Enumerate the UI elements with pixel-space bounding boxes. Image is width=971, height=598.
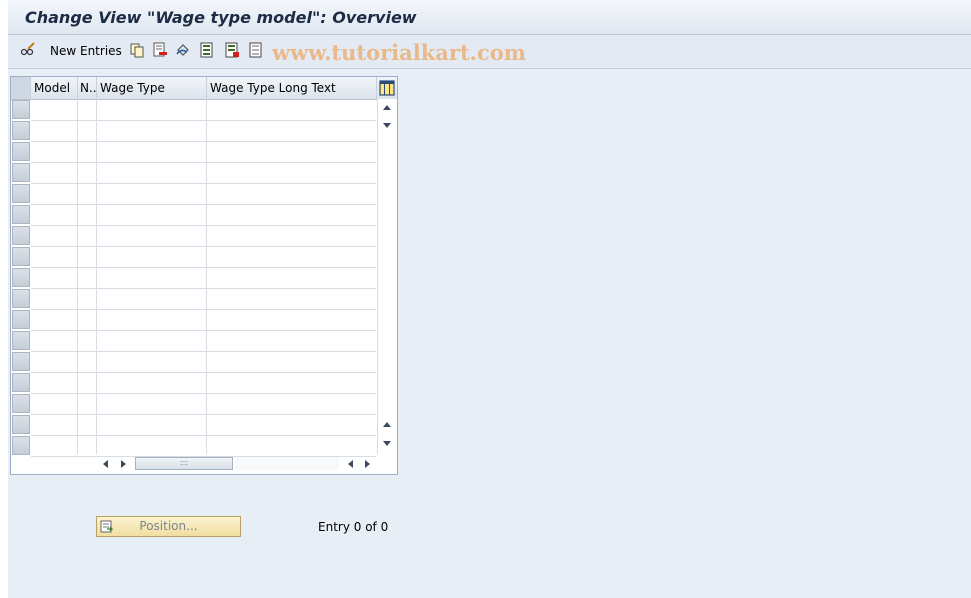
row-selector[interactable] (12, 163, 30, 182)
scroll-right-end-icon[interactable] (365, 460, 370, 468)
scroll-down-icon[interactable] (383, 123, 391, 128)
column-divider (206, 99, 207, 454)
table-row (31, 288, 376, 289)
scroll-up-icon[interactable] (383, 105, 391, 110)
row-selector[interactable] (12, 121, 30, 140)
select-block-icon[interactable] (224, 42, 240, 58)
position-button[interactable]: Position... (96, 516, 241, 537)
scroll-left-icon[interactable] (103, 460, 108, 468)
new-entries-button[interactable]: New Entries (50, 44, 122, 58)
column-header-n[interactable]: N.. (78, 77, 97, 99)
select-all-icon[interactable] (199, 42, 215, 58)
row-selector[interactable] (12, 415, 30, 434)
window-left-edge (0, 0, 8, 598)
row-selector[interactable] (12, 394, 30, 413)
table-settings-icon[interactable] (379, 80, 395, 96)
deselect-all-icon[interactable] (248, 42, 264, 58)
copy-icon[interactable] (129, 42, 145, 58)
row-selector[interactable] (12, 226, 30, 245)
table-header: Model N.. Wage Type Wage Type Long Text (11, 77, 397, 100)
table-row (31, 372, 376, 373)
application-toolbar: New Entries www.tutorialkart.com (8, 35, 971, 69)
row-selector[interactable] (12, 100, 30, 119)
watermark-text: www.tutorialkart.com (272, 40, 526, 65)
column-header-model[interactable]: Model (31, 77, 78, 99)
scroll-page-down-icon[interactable] (383, 441, 391, 446)
table-row (31, 351, 376, 352)
column-divider (96, 99, 97, 454)
scroll-right-icon[interactable] (121, 460, 126, 468)
table-row (31, 330, 376, 331)
row-selector[interactable] (12, 289, 30, 308)
scroll-thumb[interactable]: ::: (135, 457, 233, 470)
table-row (31, 120, 376, 121)
column-header-wage-type-long-text[interactable]: Wage Type Long Text (207, 77, 377, 99)
table-row (31, 162, 376, 163)
position-icon (100, 520, 113, 533)
table-row (31, 183, 376, 184)
row-selector[interactable] (12, 352, 30, 371)
horizontal-scrollbar[interactable]: ::: (97, 455, 377, 472)
scroll-page-up-icon[interactable] (383, 422, 391, 427)
table-row (31, 204, 376, 205)
title-bar: Change View "Wage type model": Overview (8, 0, 971, 35)
scroll-track[interactable] (235, 457, 339, 470)
table-row (31, 309, 376, 310)
vertical-scrollbar[interactable] (377, 99, 397, 454)
select-all-rows-cell[interactable] (11, 77, 31, 99)
wage-type-table: Model N.. Wage Type Wage Type Long Text … (10, 76, 398, 475)
position-button-label: Position... (139, 519, 198, 533)
row-selector[interactable] (12, 247, 30, 266)
column-header-wage-type[interactable]: Wage Type (97, 77, 207, 99)
table-row (31, 267, 376, 268)
row-selector[interactable] (12, 268, 30, 287)
table-row (31, 246, 376, 247)
table-row (31, 393, 376, 394)
glasses-pencil-icon[interactable] (20, 42, 36, 58)
row-selector[interactable] (12, 142, 30, 161)
row-selector[interactable] (12, 373, 30, 392)
table-row (31, 225, 376, 226)
delete-icon[interactable] (152, 42, 168, 58)
row-selector[interactable] (12, 184, 30, 203)
entry-status: Entry 0 of 0 (318, 520, 389, 534)
row-selector[interactable] (12, 205, 30, 224)
row-selector[interactable] (12, 310, 30, 329)
undo-icon[interactable] (175, 42, 191, 58)
row-selector[interactable] (12, 331, 30, 350)
scroll-left-end-icon[interactable] (348, 460, 353, 468)
column-divider (77, 99, 78, 454)
page-title: Change View "Wage type model": Overview (25, 8, 417, 27)
row-selector[interactable] (12, 436, 30, 455)
table-row (31, 414, 376, 415)
table-row (31, 435, 376, 436)
table-row (31, 141, 376, 142)
